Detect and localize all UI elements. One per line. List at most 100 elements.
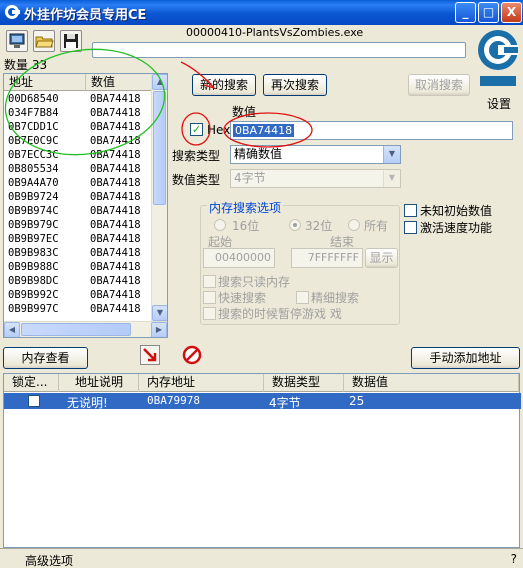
list-item[interactable]: 0B7CDD1C 0BA74418: [4, 120, 152, 134]
found-value: 0BA74418: [90, 303, 141, 315]
unknown-initial-checkbox[interactable]: [404, 204, 417, 217]
column-value[interactable]: 数值: [86, 74, 152, 91]
readonly-checkbox[interactable]: [203, 275, 216, 288]
list-item[interactable]: 0B9B983C 0BA74418: [4, 246, 152, 260]
unknown-initial-label: 未知初始数值: [420, 204, 493, 218]
value-label: 数值: [232, 105, 257, 119]
found-address: 0B805534: [8, 163, 59, 175]
found-address: 0B9B974C: [8, 205, 59, 217]
hex-checkbox[interactable]: ✓: [190, 123, 203, 136]
add-address-manually-button[interactable]: 手动添加地址: [411, 347, 520, 369]
found-address: 00D68540: [8, 93, 59, 105]
found-address: 0B7CDD1C: [8, 121, 59, 133]
new-scan-button[interactable]: 新的搜索: [192, 74, 256, 96]
cancel-scan-button[interactable]: 取消搜索: [408, 74, 470, 96]
found-address: 0B9B979C: [8, 219, 59, 231]
speedhack-label: 激活速度功能: [420, 221, 493, 235]
clear-list-stop-icon[interactable]: [182, 345, 202, 365]
memory-view-button[interactable]: 内存查看: [3, 347, 88, 369]
fast-scan-checkbox[interactable]: [203, 291, 216, 304]
column-value[interactable]: 数据值: [344, 374, 519, 392]
advanced-options-label[interactable]: 高级选项: [25, 552, 73, 568]
column-address[interactable]: 地址: [4, 74, 86, 91]
list-item[interactable]: 0B9A4A70 0BA74418: [4, 176, 152, 190]
memory-scan-options-title: 内存搜索选项: [207, 199, 284, 216]
fine-scan-label: 精细搜索: [311, 291, 360, 305]
readonly-label: 搜索只读内存: [218, 275, 291, 289]
list-item[interactable]: 0B9B997C 0BA74418: [4, 302, 152, 316]
settings-label[interactable]: 设置: [487, 95, 511, 112]
start-address-input[interactable]: 00400000: [203, 248, 275, 268]
list-item[interactable]: 0B7E0C9C 0BA74418: [4, 134, 152, 148]
list-item[interactable]: 0B9B992C 0BA74418: [4, 288, 152, 302]
cheat-engine-logo-icon[interactable]: [474, 26, 522, 92]
pause-game-checkbox[interactable]: [203, 307, 216, 320]
list-item[interactable]: 0B9B97EC 0BA74418: [4, 232, 152, 246]
list-item[interactable]: 0B7ECC3C 0BA74418: [4, 148, 152, 162]
found-value: 0BA74418: [90, 163, 141, 175]
fine-scan-checkbox[interactable]: [296, 291, 309, 304]
list-item[interactable]: 0B9B9724 0BA74418: [4, 190, 152, 204]
hscroll-thumb[interactable]: [21, 323, 131, 336]
scroll-right-icon[interactable]: ▶: [151, 322, 167, 337]
close-button[interactable]: X: [501, 2, 522, 23]
window-title: 外挂作坊会员专用CE: [24, 8, 147, 23]
found-value: 0BA74418: [90, 135, 141, 147]
found-value: 0BA74418: [90, 177, 141, 189]
column-lock[interactable]: 锁定...: [4, 374, 59, 392]
open-folder-icon[interactable]: [33, 30, 55, 52]
advanced-options-bar: 高级选项 ?: [0, 548, 523, 568]
hex-label: Hex: [207, 123, 231, 137]
fast-scan-label: 快速搜索: [218, 291, 267, 305]
scan-type-select[interactable]: 精确数值 ▼: [230, 145, 401, 164]
help-icon[interactable]: ?: [511, 552, 517, 566]
process-name: 00000410-PlantsVsZombies.exe: [186, 26, 364, 39]
add-to-list-arrow-icon[interactable]: [140, 345, 160, 365]
next-scan-button[interactable]: 再次搜索: [263, 74, 327, 96]
table-row[interactable]: 无说明! 0BA79978 4字节 25: [4, 393, 521, 410]
scan-value-input[interactable]: 0BA74418: [230, 121, 513, 140]
radio-all[interactable]: [348, 219, 360, 231]
chevron-down-icon[interactable]: ▼: [383, 146, 400, 163]
show-button[interactable]: 显示: [365, 248, 398, 268]
radio-32bit[interactable]: [289, 219, 301, 231]
scan-progress-bar: [92, 42, 466, 58]
list-item[interactable]: 00D68540 0BA74418: [4, 92, 152, 106]
found-value: 0BA74418: [90, 191, 141, 203]
found-value: 0BA74418: [90, 261, 141, 273]
row-address: 0BA79978: [147, 394, 200, 407]
found-address-list[interactable]: 地址 数值 00D68540 0BA74418 034F7B84 0BA74418 0B…: [3, 73, 168, 338]
list-item[interactable]: 0B9B98DC 0BA74418: [4, 274, 152, 288]
column-type[interactable]: 数据类型: [264, 374, 344, 392]
column-address[interactable]: 内存地址: [139, 374, 264, 392]
title-bar: 外挂作坊会员专用CE _ □ X: [0, 0, 523, 25]
list-item[interactable]: 0B9B988C 0BA74418: [4, 260, 152, 274]
found-list-vscrollbar[interactable]: ▲ ▼: [151, 74, 167, 321]
save-disk-icon[interactable]: [60, 30, 82, 52]
found-value: 0BA74418: [90, 121, 141, 133]
scan-value-text: 0BA74418: [233, 124, 295, 137]
list-item[interactable]: 0B9B974C 0BA74418: [4, 204, 152, 218]
list-item[interactable]: 034F7B84 0BA74418: [4, 106, 152, 120]
scroll-down-icon[interactable]: ▼: [152, 305, 167, 321]
address-table[interactable]: 锁定... 地址说明 内存地址 数据类型 数据值 无说明! 0BA79978 4…: [3, 373, 521, 548]
lock-checkbox[interactable]: [28, 395, 40, 407]
found-value: 0BA74418: [90, 247, 141, 259]
minimize-button[interactable]: _: [455, 2, 476, 23]
maximize-button[interactable]: □: [478, 2, 499, 23]
list-item[interactable]: 0B9B979C 0BA74418: [4, 218, 152, 232]
found-address: 0B9B992C: [8, 289, 59, 301]
value-type-select[interactable]: 4字节 ▼: [230, 169, 401, 188]
found-list-hscrollbar[interactable]: ◀ ▶: [4, 321, 167, 337]
scroll-thumb[interactable]: [153, 91, 166, 205]
end-address-input[interactable]: 7FFFFFFF: [291, 248, 363, 268]
radio-16bit[interactable]: [214, 219, 226, 231]
chevron-down-icon[interactable]: ▼: [383, 170, 400, 187]
scroll-up-icon[interactable]: ▲: [152, 74, 167, 90]
found-address: 0B9B97EC: [8, 233, 59, 245]
speedhack-checkbox[interactable]: [404, 221, 417, 234]
list-item[interactable]: 0B805534 0BA74418: [4, 162, 152, 176]
computer-icon[interactable]: [6, 30, 28, 52]
column-description[interactable]: 地址说明: [59, 374, 139, 392]
scroll-left-icon[interactable]: ◀: [4, 322, 20, 337]
